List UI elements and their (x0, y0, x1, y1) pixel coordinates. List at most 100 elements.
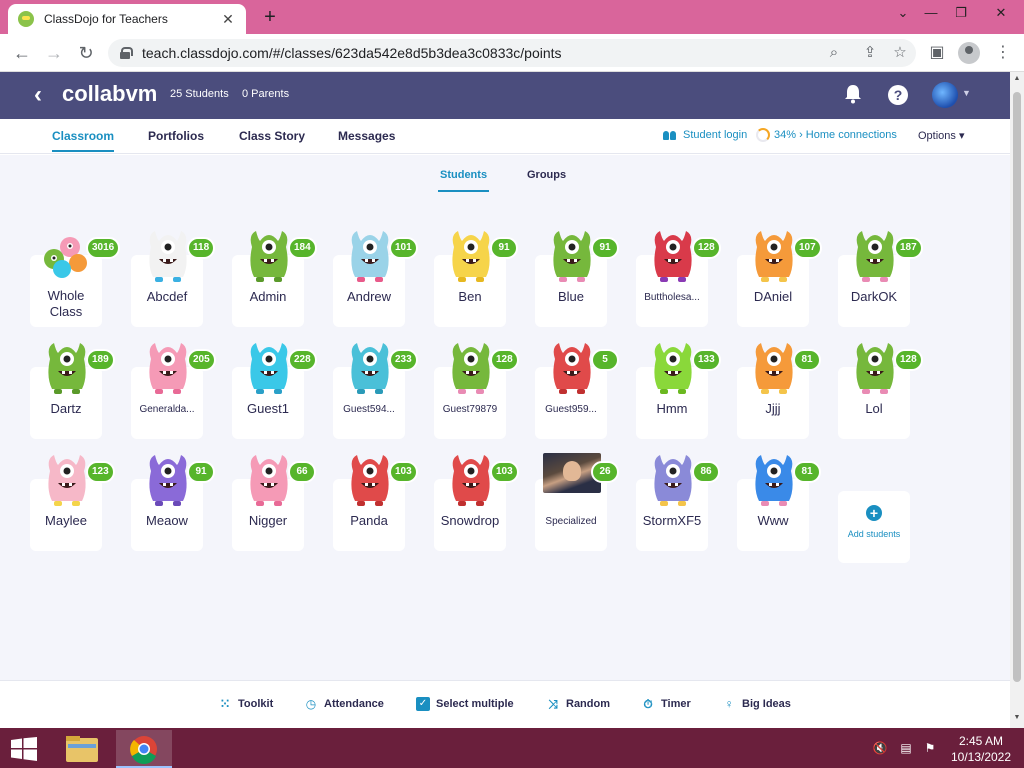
teacher-avatar[interactable] (932, 82, 958, 108)
home-connections-link[interactable]: 34% › Home connections (756, 128, 897, 142)
windows-start-icon[interactable] (10, 737, 38, 761)
student-card[interactable]: 91 Meaow (131, 455, 215, 551)
share-icon[interactable]: ⇪ (860, 43, 880, 63)
subtab-groups[interactable]: Groups (527, 169, 566, 181)
student-card[interactable]: 184 Admin (232, 231, 317, 327)
student-card[interactable]: 228 Guest1 (232, 343, 317, 439)
big-ideas-button[interactable]: ♀ Big Ideas (722, 697, 791, 711)
scroll-down-icon[interactable]: ▼ (1012, 714, 1022, 721)
chrome-icon[interactable] (116, 730, 172, 768)
network-icon[interactable]: ▤ (898, 740, 914, 756)
student-card[interactable]: 187 DarkOK (838, 231, 923, 327)
student-card[interactable]: 128 Buttholesa... (636, 231, 721, 327)
student-card[interactable]: 205 Generalda... (131, 343, 216, 439)
tab-portfolios[interactable]: Portfolios (148, 129, 204, 143)
whole-class-card[interactable]: 3016 Whole Class (30, 237, 121, 327)
classdojo-favicon-icon (18, 11, 34, 27)
close-window-button[interactable]: ✕ (986, 2, 1016, 24)
browser-titlebar: ClassDojo for Teachers ✕ + ⌄ — ❐ ✕ (0, 0, 1024, 34)
student-name: Andrew (346, 289, 392, 304)
student-count[interactable]: 25 Students (170, 88, 229, 100)
clock-time: 2:45 AM (958, 734, 1004, 748)
monster-avatar-icon (755, 455, 793, 506)
back-arrow-icon[interactable]: ← (10, 41, 34, 65)
student-login-link[interactable]: Student login (663, 129, 747, 141)
scroll-up-icon[interactable]: ▲ (1012, 75, 1022, 82)
zoom-icon[interactable]: ⌕ (824, 43, 844, 63)
bookmark-star-icon[interactable]: ☆ (890, 43, 910, 63)
student-card[interactable]: 26 Specialized (535, 453, 619, 551)
bell-icon[interactable] (844, 84, 862, 104)
student-card[interactable]: 189 Dartz (30, 343, 115, 439)
tab-close-icon[interactable]: ✕ (220, 11, 236, 28)
system-clock[interactable]: 2:45 AM 10/13/2022 (948, 733, 1014, 765)
tab-class-story[interactable]: Class Story (239, 129, 305, 143)
subtab-students[interactable]: Students (437, 169, 490, 192)
student-card[interactable]: 81 Jjjj (737, 343, 821, 439)
caret-down-icon[interactable]: ▼ (962, 88, 971, 98)
student-card[interactable]: 128 Guest79879 (434, 343, 519, 439)
lock-icon[interactable] (120, 47, 133, 59)
url-text[interactable]: teach.classdojo.com/#/classes/623da542e8… (142, 45, 562, 61)
action-center-flag-icon[interactable]: ⚑ (922, 740, 938, 756)
class-name[interactable]: collabvm (62, 81, 157, 107)
student-name: Specialized (545, 516, 597, 527)
volume-muted-icon[interactable]: 🔇 (872, 740, 888, 756)
random-button[interactable]: ⤨ Random (546, 697, 610, 711)
student-card[interactable]: 91 Ben (434, 231, 518, 327)
scrollbar-thumb[interactable] (1013, 92, 1021, 682)
address-bar[interactable]: teach.classdojo.com/#/classes/623da542e8… (108, 39, 916, 67)
add-students-card[interactable]: + Add students (838, 491, 910, 563)
new-tab-button[interactable]: + (258, 6, 282, 28)
student-card[interactable]: 91 Blue (535, 231, 619, 327)
students-area: Students Groups 3016 Whole Class 118 Abcde… (0, 155, 1010, 680)
tab-messages[interactable]: Messages (338, 129, 395, 143)
monster-avatar-icon (351, 343, 389, 394)
monster-avatar-icon (250, 343, 288, 394)
student-card[interactable]: 5 Guest959... (535, 343, 619, 439)
student-card[interactable]: 101 Andrew (333, 231, 418, 327)
student-score: 5 (591, 349, 619, 371)
student-score: 81 (793, 461, 821, 483)
student-name: Dartz (50, 401, 82, 416)
select-multiple-button[interactable]: ✓ Select multiple (416, 697, 514, 711)
profile-icon[interactable] (958, 42, 980, 64)
menu-kebab-icon[interactable]: ⋮ (992, 42, 1014, 64)
attendance-button[interactable]: ◷ Attendance (304, 697, 384, 711)
back-chevron-icon[interactable]: ‹ (34, 82, 54, 108)
toolkit-button[interactable]: ⁙ Toolkit (218, 697, 273, 711)
restore-button[interactable]: ❐ (946, 2, 976, 24)
timer-button[interactable]: ⏱ Timer (641, 697, 690, 711)
whole-class-score: 3016 (86, 237, 121, 259)
student-card[interactable]: 81 Www (737, 455, 821, 551)
options-dropdown[interactable]: Options ▾ (918, 129, 965, 142)
student-name: DAniel (753, 289, 793, 304)
file-explorer-icon[interactable] (54, 730, 110, 768)
whole-class-monsters-icon (44, 237, 87, 278)
student-card[interactable]: 118 Abcdef (131, 231, 216, 327)
student-card[interactable]: 128 Lol (838, 343, 923, 439)
student-card[interactable]: 66 Nigger (232, 455, 316, 551)
monster-avatar-icon (149, 231, 187, 282)
parent-count[interactable]: 0 Parents (242, 88, 289, 100)
tab-classroom[interactable]: Classroom (52, 129, 115, 152)
monster-avatar-icon (48, 455, 86, 506)
reload-icon[interactable]: ↻ (74, 41, 98, 65)
forward-arrow-icon[interactable]: → (42, 41, 66, 65)
progress-ring-icon (756, 128, 770, 142)
student-card[interactable]: 103 Snowdrop (434, 455, 519, 551)
chevron-down-icon[interactable]: ⌄ (888, 2, 918, 24)
help-icon[interactable]: ? (888, 85, 908, 105)
student-card[interactable]: 107 DAniel (737, 231, 822, 327)
student-name: Maylee (45, 513, 87, 528)
browser-tab[interactable]: ClassDojo for Teachers ✕ (8, 4, 246, 34)
student-card[interactable]: 233 Guest594... (333, 343, 418, 439)
minimize-button[interactable]: — (916, 2, 946, 24)
student-card[interactable]: 123 Maylee (30, 455, 115, 551)
student-card[interactable]: 103 Panda (333, 455, 418, 551)
side-panel-icon[interactable]: ▣ (926, 42, 948, 64)
student-card[interactable]: 133 Hmm (636, 343, 721, 439)
student-card[interactable]: 86 StormXF5 (636, 455, 720, 551)
student-score: 128 (692, 237, 721, 259)
page-scrollbar[interactable]: ▲ ▼ (1010, 72, 1024, 728)
